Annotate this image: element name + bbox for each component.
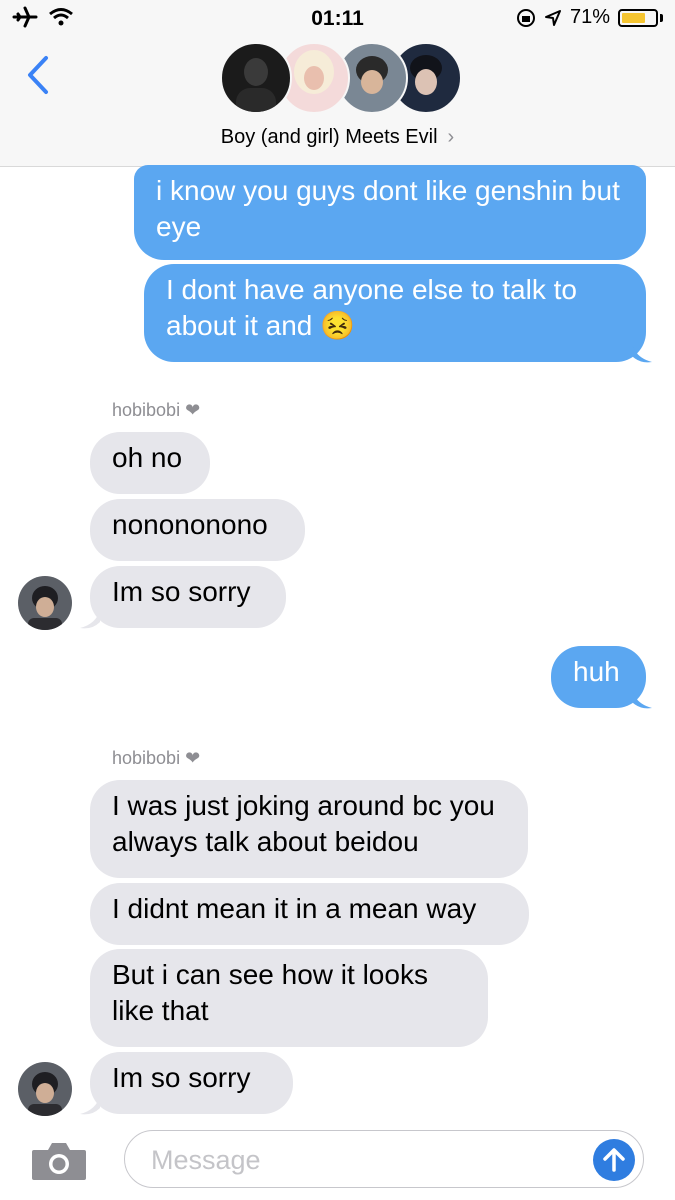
message-bubble-incoming[interactable]: nonononono [90,499,305,561]
message-bubble-incoming[interactable]: oh no [90,432,210,494]
conversation-header: 01:11 71% Boy (and girl) Meets Evil › [0,0,675,167]
message-bubble-incoming[interactable]: I was just joking around bc you always t… [90,780,528,878]
message-text: Im so sorry [112,1062,251,1093]
message-text: huh [573,656,620,687]
sender-name: hobibobi ❤ [112,400,201,420]
arrow-up-icon [603,1148,625,1172]
group-avatars[interactable] [220,42,462,116]
bubble-tail [80,610,100,629]
message-text: But i can see how it looks like that [112,959,428,1026]
message-bubble-outgoing[interactable]: i know you guys dont like genshin but ey… [134,165,646,260]
location-icon [544,9,561,26]
message-text: nonononono [112,509,268,540]
message-text: I dont have anyone else to talk to about… [166,274,577,341]
battery-percent: 71% [569,6,610,28]
bubble-tail [632,690,652,709]
sender-avatar[interactable] [18,576,72,630]
message-bubble-outgoing[interactable]: I dont have anyone else to talk to about… [144,264,646,362]
message-bubble-incoming[interactable]: Im so sorry [90,566,286,628]
message-input[interactable]: Message [124,1130,644,1188]
status-right: 71% [516,6,663,29]
camera-icon[interactable] [30,1140,88,1182]
group-title-text: Boy (and girl) Meets Evil [220,126,438,148]
composer-bar: Message [0,1120,675,1200]
orientation-lock-icon [516,8,535,27]
avatar-member-1 [220,42,292,114]
sender-avatar[interactable] [18,1062,72,1116]
sender-name: hobibobi ❤ [112,748,201,768]
message-text: Im so sorry [112,576,251,607]
battery-icon [618,8,658,27]
chevron-right-icon: › [447,126,455,148]
message-input-placeholder: Message [151,1145,261,1175]
message-bubble-incoming[interactable]: Im so sorry [90,1052,293,1114]
message-text: i know you guys dont like genshin but ey… [156,175,620,242]
back-chevron-icon[interactable] [20,50,60,100]
bubble-tail [632,344,652,363]
message-text: I was just joking around bc you always t… [112,790,495,857]
group-title[interactable]: Boy (and girl) Meets Evil › [0,126,675,149]
battery-tip [660,13,663,22]
message-bubble-incoming[interactable]: But i can see how it looks like that [90,949,488,1047]
battery-fill [622,12,645,23]
send-button[interactable] [593,1139,635,1181]
message-text: oh no [112,442,183,473]
message-bubble-incoming[interactable]: I didnt mean it in a mean way [90,883,529,945]
message-text: I didnt mean it in a mean way [112,893,477,924]
bubble-tail [80,1096,100,1115]
